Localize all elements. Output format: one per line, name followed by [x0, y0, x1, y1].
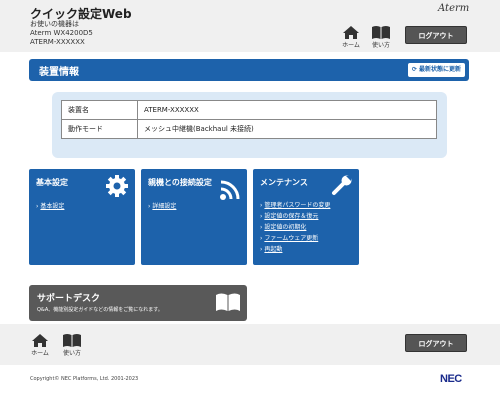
aterm-logo: Aterm: [438, 3, 470, 14]
nec-logo: NEC: [440, 373, 462, 385]
card-link-list: › 管理者パスワードの変更 › 設定値の保存＆復元 › 設定値の初期化 › ファームウェ…: [260, 200, 330, 255]
connection-settings-card[interactable]: 親機との接続設定 › 詳細設定: [141, 169, 247, 265]
gear-icon: [105, 174, 129, 202]
table-value: メッシュ中継機(Backhaul 未接続): [137, 119, 437, 139]
link-backup-restore[interactable]: › 設定値の保存＆復元: [260, 211, 330, 222]
link-change-password[interactable]: › 管理者パスワードの変更: [260, 200, 330, 211]
home-label: ホーム: [31, 350, 49, 357]
link-firmware-update[interactable]: › ファームウェア更新: [260, 233, 330, 244]
home-icon: [343, 26, 359, 39]
help-label: 使い方: [62, 350, 81, 357]
logout-button[interactable]: ログアウト: [405, 334, 467, 352]
link-factory-reset[interactable]: › 設定値の初期化: [260, 222, 330, 233]
wifi-icon: [219, 179, 241, 205]
device-info-table: 装置名 ATERM-XXXXXX 動作モード メッシュ中継機(Backhaul …: [61, 100, 437, 139]
wrench-icon: [331, 174, 353, 200]
maintenance-card[interactable]: メンテナンス › 管理者パスワードの変更 › 設定値の保存＆復元 › 設定値の初期化 …: [253, 169, 359, 265]
link-reboot[interactable]: › 再起動: [260, 244, 330, 255]
refresh-button[interactable]: ⟳ 最新状態に更新: [407, 63, 465, 77]
support-description: Q&A、機能別設定ガイドなどの情報をご覧になれます。: [37, 307, 163, 313]
header: クイック設定Web お使いの機器は Aterm WX4200D5 ATERM-X…: [0, 0, 500, 52]
section-header: 装置情報 ⟳ 最新状態に更新: [29, 59, 469, 81]
link-basic-settings[interactable]: › 基本設定: [36, 201, 64, 212]
book-icon: [63, 334, 81, 347]
link-advanced-settings[interactable]: › 詳細設定: [148, 201, 176, 212]
home-button[interactable]: ホーム: [27, 333, 53, 357]
refresh-icon: ⟳: [411, 66, 417, 73]
refresh-label: 最新状態に更新: [418, 66, 461, 73]
page-title: 装置情報: [39, 67, 79, 78]
table-key: 装置名: [61, 100, 138, 120]
card-link-list: › 基本設定: [36, 201, 64, 212]
basic-settings-card[interactable]: 基本設定 › 基本設定: [29, 169, 135, 265]
book-icon: [215, 292, 241, 316]
table-row: 装置名 ATERM-XXXXXX: [61, 100, 437, 120]
device-info: お使いの機器は Aterm WX4200D5 ATERM-XXXXXX: [30, 20, 93, 47]
table-row: 動作モード メッシュ中継機(Backhaul 未接続): [61, 119, 437, 139]
help-label: 使い方: [371, 42, 390, 49]
card-title: 基本設定: [36, 178, 68, 187]
help-button[interactable]: 使い方: [368, 25, 394, 49]
table-value: ATERM-XXXXXX: [137, 100, 437, 120]
table-key: 動作モード: [61, 119, 138, 139]
device-name: ATERM-XXXXXX: [30, 38, 85, 46]
card-title: メンテナンス: [260, 178, 308, 187]
help-button[interactable]: 使い方: [59, 333, 85, 357]
copyright: Copyright© NEC Platforms, Ltd. 2001-2023: [30, 376, 139, 382]
device-model: Aterm WX4200D5: [30, 29, 93, 37]
footer-nav: ホーム 使い方 ログアウト: [0, 324, 500, 365]
logout-button[interactable]: ログアウト: [405, 26, 467, 44]
home-button[interactable]: ホーム: [338, 25, 364, 49]
support-title: サポートデスク: [37, 294, 101, 304]
book-icon: [372, 26, 390, 39]
device-info-panel: 装置名 ATERM-XXXXXX 動作モード メッシュ中継機(Backhaul …: [52, 92, 447, 158]
home-icon: [32, 334, 48, 347]
card-link-list: › 詳細設定: [148, 201, 176, 212]
device-label: お使いの機器は: [30, 20, 79, 28]
support-desk-banner[interactable]: サポートデスク Q&A、機能別設定ガイドなどの情報をご覧になれます。: [29, 285, 247, 321]
home-label: ホーム: [342, 42, 360, 49]
card-title: 親機との接続設定: [148, 178, 212, 187]
